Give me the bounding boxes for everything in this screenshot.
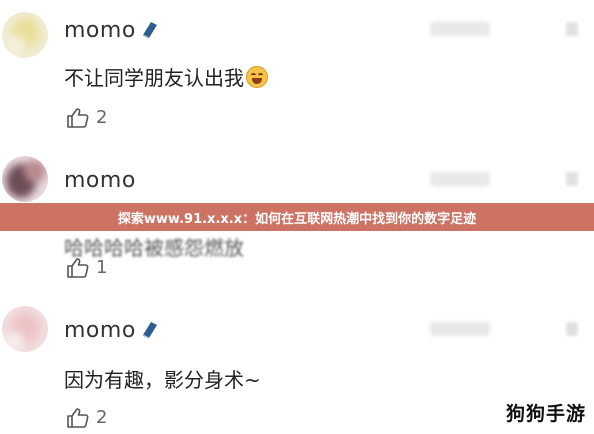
- avatar[interactable]: [2, 12, 48, 58]
- comment-text-body: 不让同学朋友认出我: [64, 66, 244, 90]
- thumbs-up-icon: [67, 108, 89, 128]
- thumbs-up-icon: [67, 408, 89, 428]
- book-badge-icon: [140, 20, 160, 40]
- title-banner: 探索www.91.x.x.x：如何在互联网热潮中找到你的数字足迹: [0, 203, 594, 231]
- watermark-logo: 狗狗手游: [505, 403, 586, 425]
- comment-text: 因为有趣，影分身术~: [64, 368, 261, 392]
- banner-title: 探索www.91.x.x.x：如何在互联网热潮中找到你的数字足迹: [117, 212, 477, 227]
- comment-text: 不让同学朋友认出我: [64, 62, 268, 91]
- like-count: 2: [96, 407, 108, 428]
- blurred-info: [566, 22, 578, 36]
- laughing-emoji-icon: [246, 66, 268, 88]
- like-count: 2: [96, 107, 108, 128]
- username[interactable]: momo: [64, 168, 136, 193]
- like-button[interactable]: 2: [66, 406, 126, 430]
- blurred-info: [566, 172, 578, 186]
- avatar[interactable]: [2, 156, 48, 202]
- avatar[interactable]: [2, 306, 48, 352]
- blurred-info: [430, 322, 490, 336]
- blurred-info: [430, 172, 490, 186]
- username[interactable]: momo: [64, 18, 136, 43]
- book-badge-icon: [140, 320, 160, 340]
- blurred-info: [430, 22, 490, 36]
- username[interactable]: momo: [64, 318, 136, 343]
- blurred-info: [566, 322, 578, 336]
- like-button[interactable]: 2: [66, 106, 126, 130]
- comment-text: 哈哈哈哈被感怨燃放: [64, 236, 244, 260]
